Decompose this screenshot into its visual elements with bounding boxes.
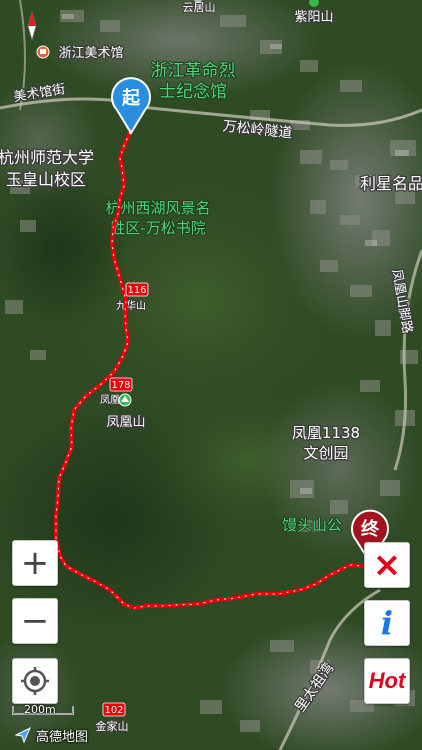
amap-logo-icon (14, 726, 31, 744)
label-martyrs-memorial-1: 浙江革命烈 (151, 61, 236, 81)
locate-icon (21, 667, 49, 695)
start-pin-text: 起 (121, 87, 141, 109)
label-martyrs-memorial-2: 士纪念馆 (159, 81, 227, 102)
info-button[interactable]: i (364, 600, 410, 646)
label-park-1138-2: 文创园 (303, 444, 348, 462)
amap-logo: 高德地图 (14, 725, 88, 745)
close-button[interactable]: × (364, 542, 410, 588)
label-jiuhuashan: 九华山 (116, 299, 146, 312)
label-yunjushan: 云居山 (183, 1, 216, 14)
zoom-in-button[interactable]: + (12, 540, 58, 586)
route-marker-178-text: 178 (111, 380, 130, 391)
close-icon: × (372, 545, 402, 585)
route-marker-102-text: 102 (104, 705, 123, 716)
zoom-in-text: + (20, 543, 50, 583)
locate-button[interactable] (12, 658, 58, 704)
label-mantoushan: 馒头山公 (282, 516, 342, 534)
hot-button[interactable]: Hot (364, 658, 410, 704)
label-normal-university-1: 杭州师范大学 (0, 148, 94, 167)
label-fenghuang-peak-small: 凤凰 (100, 394, 120, 406)
label-ziyangshan: 紫阳山 (294, 10, 333, 25)
route-marker-116[interactable]: 116 (125, 282, 149, 297)
zoom-out-button[interactable]: − (12, 598, 58, 644)
label-lixing: 利星名品 (360, 174, 422, 193)
route-marker-116-text: 116 (127, 285, 146, 296)
label-zhejiang-art-museum: 浙江美术馆 (58, 46, 123, 61)
info-icon: i (380, 604, 394, 642)
fenghuang-peak-icon[interactable] (118, 393, 132, 407)
label-scenic-area-2: 胜区-万松书院 (110, 219, 205, 237)
label-normal-university-2: 玉皇山校区 (6, 170, 86, 189)
route-marker-102[interactable]: 102 (102, 702, 126, 717)
label-park-1138-1: 凤凰1138 (292, 424, 360, 442)
museum-poi-icon[interactable] (36, 45, 50, 59)
end-pin-text: 终 (361, 518, 380, 540)
zoom-out-text: − (20, 601, 50, 641)
satellite-map[interactable]: 云居山 紫阳山 浙江美术馆 美术馆街 浙江革命烈 士纪念馆 万松岭隧道 杭州师范… (0, 0, 422, 750)
route-marker-178[interactable]: 178 (109, 377, 133, 392)
hot-label: Hot (368, 668, 406, 693)
label-fenghuangshan: 凤凰山 (106, 415, 145, 430)
amap-logo-text: 高德地图 (36, 729, 89, 745)
label-jinjiashan: 金家山 (96, 719, 129, 733)
scale-label: 200m (24, 703, 56, 716)
